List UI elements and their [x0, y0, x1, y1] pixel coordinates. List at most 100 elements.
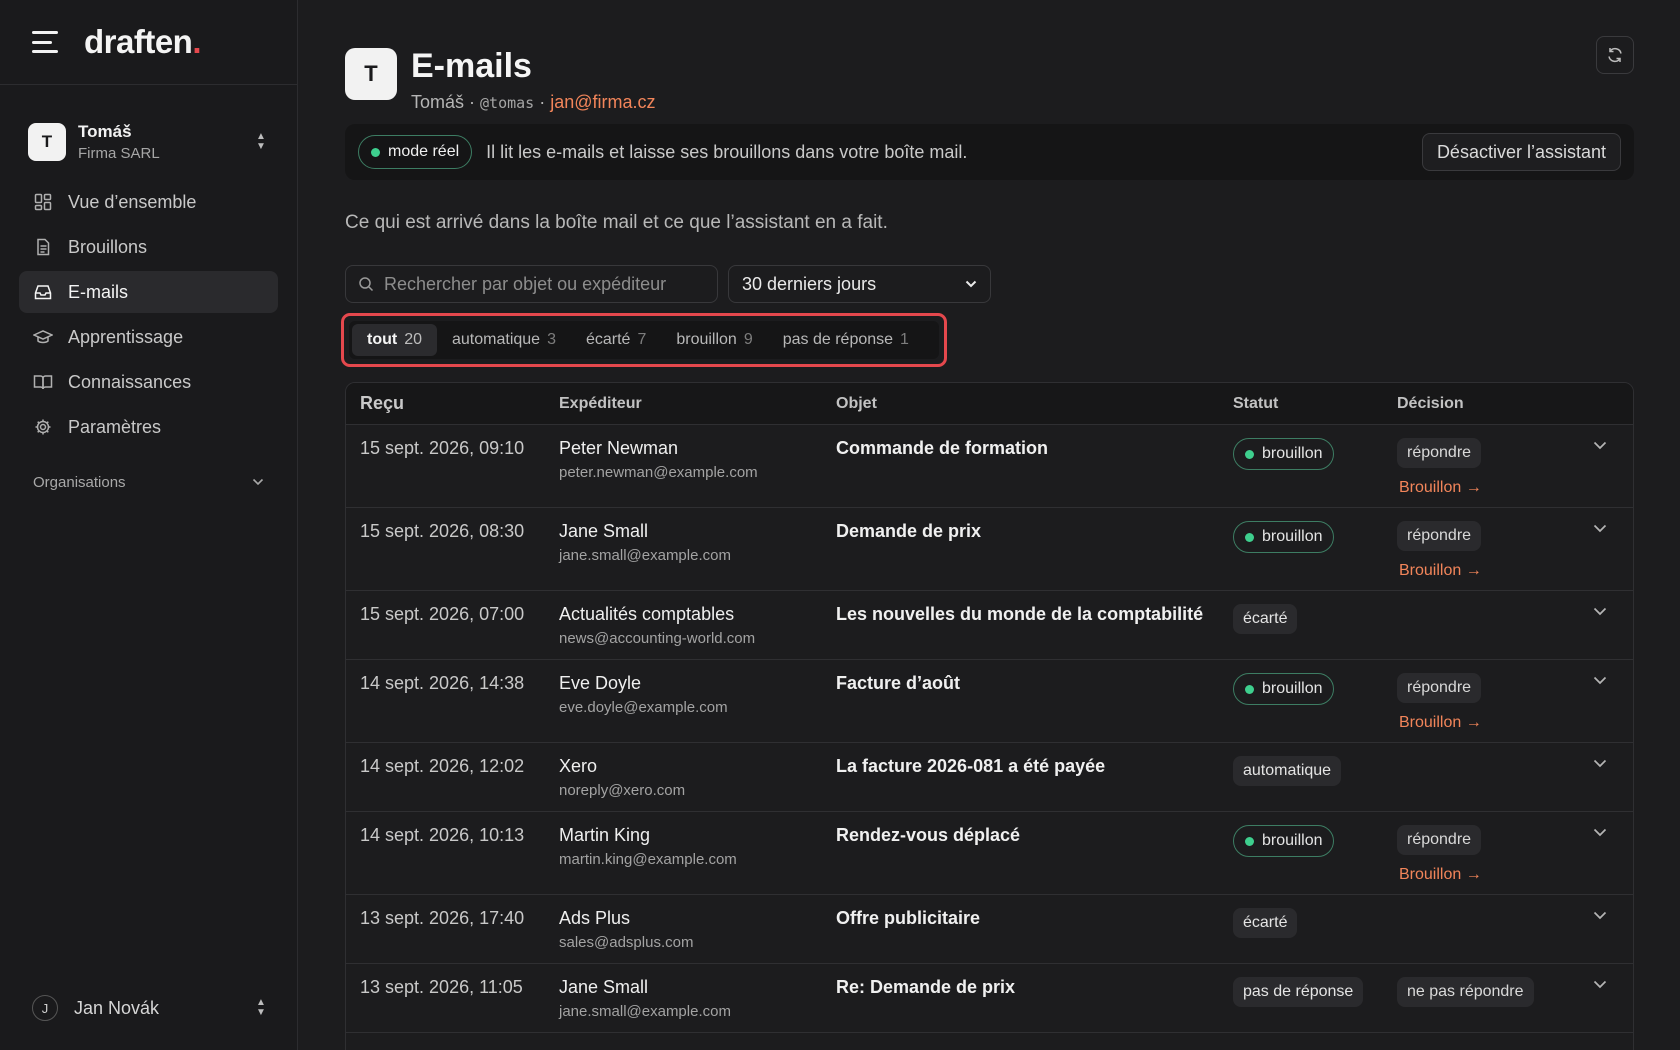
user-switcher[interactable]: J Jan Novák ▲ ▼: [32, 990, 269, 1026]
refresh-button[interactable]: [1596, 36, 1634, 74]
book-icon: [33, 372, 53, 392]
expand-row-button[interactable]: [1577, 977, 1633, 989]
filter-tab-automatic[interactable]: automatique 3: [437, 324, 571, 356]
grid-icon: [33, 192, 53, 212]
filter-tab-discarded[interactable]: écarté 7: [571, 324, 661, 356]
search-icon: [359, 277, 374, 292]
search-box[interactable]: [345, 265, 718, 303]
user-avatar: J: [32, 995, 58, 1021]
column-header-received[interactable]: Reçu: [346, 393, 559, 414]
expand-row-button[interactable]: [1577, 521, 1633, 533]
sender-email: news@accounting-world.com: [559, 630, 756, 647]
table-row[interactable]: 15 sept. 2026, 09:10 Peter Newman peter.n…: [346, 425, 1633, 508]
sender-name: Eve Doyle: [559, 673, 642, 693]
decision-badge: répondre: [1397, 673, 1482, 703]
sender-name: Actualités comptables: [559, 604, 735, 624]
received-cell: 15 sept. 2026, 09:10: [360, 438, 525, 458]
draft-link[interactable]: Brouillon →: [1397, 866, 1577, 884]
expand-row-button[interactable]: [1577, 908, 1633, 920]
status-badge: brouillon: [1233, 438, 1335, 470]
expand-row-button[interactable]: [1577, 756, 1633, 768]
sidebar-item-settings[interactable]: Paramètres: [19, 406, 278, 448]
sender-email: sales@adsplus.com: [559, 934, 694, 951]
table-row[interactable]: 14 sept. 2026, 14:38 Eve Doyle eve.doyle@…: [346, 660, 1633, 743]
draft-link[interactable]: Brouillon →: [1397, 714, 1577, 732]
organisations-section[interactable]: Organisations: [0, 470, 297, 494]
table-row[interactable]: 14 sept. 2026, 12:02 Xero noreply@xero.co…: [346, 743, 1633, 812]
decision-badge: répondre: [1397, 438, 1482, 468]
sidebar-item-overview[interactable]: Vue d’ensemble: [19, 181, 278, 223]
period-select[interactable]: 30 derniers jours: [728, 265, 991, 303]
chevron-down-icon: [1593, 911, 1607, 920]
status-badge: brouillon: [1233, 673, 1335, 705]
organisations-label: Organisations: [33, 473, 126, 491]
expand-row-button[interactable]: [1577, 825, 1633, 837]
sender-name: Jane Small: [559, 977, 649, 997]
table-row[interactable]: 15 sept. 2026, 08:30 Jane Small jane.smal…: [346, 508, 1633, 591]
status-badge: écarté: [1233, 604, 1298, 634]
column-header-subject[interactable]: Objet: [836, 395, 1233, 413]
subject-cell: Facture d’août: [836, 673, 961, 693]
account-name: Tomáš: [411, 92, 465, 112]
account-email-link[interactable]: jan@firma.cz: [550, 92, 655, 112]
subject-cell: Re: Demande de prix: [836, 977, 1016, 997]
column-header-sender[interactable]: Expéditeur: [559, 395, 836, 413]
decision-badge: répondre: [1397, 521, 1482, 551]
period-select-value: 30 derniers jours: [742, 273, 877, 294]
page-title: E-mails: [411, 47, 532, 85]
sidebar-item-knowledge[interactable]: Connaissances: [19, 361, 278, 403]
column-header-status[interactable]: Statut: [1233, 395, 1397, 413]
table-row[interactable]: 13 sept. 2026, 11:05 Jane Small jane.smal…: [346, 964, 1633, 1033]
document-icon: [33, 237, 53, 257]
chevron-down-icon: [965, 280, 977, 288]
mode-badge: mode réel: [358, 135, 473, 169]
menu-icon[interactable]: [32, 31, 60, 53]
received-cell: 15 sept. 2026, 08:30: [360, 521, 525, 541]
search-input[interactable]: [384, 273, 705, 295]
chevron-down-icon: [1593, 607, 1607, 616]
table-row[interactable]: 15 sept. 2026, 07:00 Actualités comptabl…: [346, 591, 1633, 660]
subject-cell: La facture 2026-081 a été payée: [836, 756, 1106, 776]
filter-tab-all[interactable]: tout 20: [352, 324, 437, 356]
sidebar-item-drafts[interactable]: Brouillons: [19, 226, 278, 268]
filter-tabs: tout 20 automatique 3 écarté 7 brouillon 9 p…: [349, 321, 939, 359]
brand-logo[interactable]: draften.: [84, 23, 201, 61]
filter-tab-no-reply[interactable]: pas de réponse 1: [768, 324, 924, 356]
expand-row-button[interactable]: [1577, 673, 1633, 685]
draft-link[interactable]: Brouillon →: [1397, 479, 1577, 497]
expand-row-button[interactable]: [1577, 604, 1633, 616]
chevron-updown-icon: ▲ ▼: [256, 997, 266, 1018]
org-name: Tomáš: [78, 122, 132, 141]
sender-email: peter.newman@example.com: [559, 464, 758, 481]
sender-email: jane.small@example.com: [559, 547, 731, 564]
sidebar-item-learning[interactable]: Apprentissage: [19, 316, 278, 358]
status-badge: brouillon: [1233, 825, 1335, 857]
sender-email: martin.king@example.com: [559, 851, 737, 868]
decision-badge: répondre: [1397, 825, 1482, 855]
filter-tab-draft[interactable]: brouillon 9: [661, 324, 767, 356]
chevron-down-icon: [1593, 828, 1607, 837]
deactivate-assistant-button[interactable]: Désactiver l’assistant: [1421, 133, 1621, 171]
filter-tabs-highlight: tout 20 automatique 3 écarté 7 brouillon 9 p…: [341, 313, 947, 367]
expand-row-button[interactable]: [1577, 438, 1633, 450]
graduation-cap-icon: [33, 327, 53, 347]
draft-link[interactable]: Brouillon →: [1397, 562, 1577, 580]
sender-email: eve.doyle@example.com: [559, 699, 728, 716]
sidebar-item-label: Paramètres: [68, 416, 162, 437]
received-cell: 14 sept. 2026, 10:13: [360, 825, 525, 845]
sidebar-nav: Vue d’ensemble Brouillons E-mails Appren…: [0, 181, 297, 448]
org-switcher[interactable]: T Tomáš Firma SARL ▲ ▼: [0, 117, 297, 167]
received-cell: 13 sept. 2026, 17:40: [360, 908, 525, 928]
status-badge: pas de réponse: [1233, 977, 1364, 1007]
chevron-down-icon: [1593, 524, 1607, 533]
table-row[interactable]: 13 sept. 2026, 17:40 Ads Plus sales@adspl…: [346, 895, 1633, 964]
main-content: T E-mails Tomáš · @tomas · jan@firma.cz …: [298, 0, 1680, 1050]
table-row[interactable]: 14 sept. 2026, 10:13 Martin King martin.k…: [346, 812, 1633, 895]
sidebar-item-emails[interactable]: E-mails: [19, 271, 278, 313]
column-header-decision[interactable]: Décision: [1397, 395, 1577, 413]
account-subline: Tomáš · @tomas · jan@firma.cz: [411, 92, 656, 112]
chevron-down-icon: [1593, 980, 1607, 989]
chevron-updown-icon: ▲ ▼: [256, 131, 266, 152]
subject-cell: Offre publicitaire: [836, 908, 981, 928]
received-cell: 14 sept. 2026, 12:02: [360, 756, 525, 776]
